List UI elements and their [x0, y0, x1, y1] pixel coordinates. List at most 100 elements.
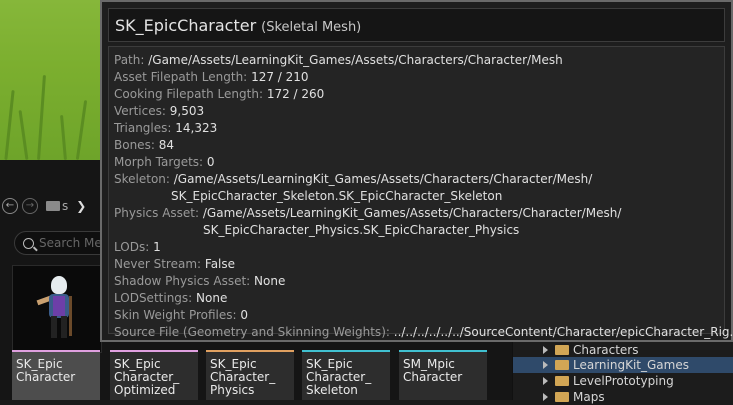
row-asset-filepath-length: Asset Filepath Length: 127 / 210	[114, 69, 724, 86]
tooltip-body: Path: /Game/Assets/LearningKit_Games/Ass…	[108, 46, 733, 339]
row-bones: Bones: 84	[114, 137, 724, 154]
row-label: LODSettings:	[114, 291, 193, 305]
row-value: /Game/Assets/LearningKit_Games/Assets/Ch…	[202, 206, 622, 220]
grass-blade	[18, 110, 29, 160]
tree-item-levelprototyping[interactable]: LevelPrototyping	[513, 373, 733, 389]
character-leg	[51, 316, 57, 338]
asset-card[interactable]: SK_Epic Character_ Physics	[206, 350, 294, 400]
row-label: LODs:	[114, 240, 150, 254]
asset-card[interactable]: SK_Epic Character_ Optimized	[110, 350, 198, 400]
row-value: 0	[206, 155, 215, 169]
row-label: Physics Asset:	[114, 206, 200, 220]
chevron-right-icon[interactable]: ❯	[76, 199, 86, 213]
row-value: 14,323	[175, 121, 218, 135]
asset-type-bar	[206, 350, 294, 352]
breadcrumb-label: s	[62, 199, 69, 213]
character-leg	[61, 316, 67, 338]
asset-type-bar	[302, 350, 390, 352]
asset-thumbnail[interactable]	[12, 265, 102, 353]
row-value: 84	[158, 138, 174, 152]
row-vertices: Vertices: 9,503	[114, 103, 724, 120]
expand-arrow-icon[interactable]	[543, 361, 548, 369]
row-label: Skeleton:	[114, 172, 170, 186]
tooltip-header: SK_EpicCharacter (Skeletal Mesh)	[108, 8, 725, 42]
expand-arrow-icon[interactable]	[543, 346, 548, 354]
tree-item-learningkit-games[interactable]: LearningKit_Games	[513, 357, 733, 373]
forward-icon[interactable]: →	[22, 198, 38, 214]
row-label: Shadow Physics Asset:	[114, 274, 251, 288]
row-value: 0	[240, 308, 249, 322]
search-placeholder: Search Me	[39, 236, 102, 250]
tree-item-label: LearningKit_Games	[573, 358, 689, 372]
row-label: Vertices:	[114, 104, 166, 118]
row-label: Source File (Geometry and Skinning Weigh…	[114, 325, 390, 339]
row-physics-asset: Physics Asset: /Game/Assets/LearningKit_…	[114, 205, 724, 222]
row-label: Skin Weight Profiles:	[114, 308, 237, 322]
row-value: ../../../../../../SourceContent/Characte…	[393, 325, 733, 339]
row-skin-weight-profiles: Skin Weight Profiles: 0	[114, 307, 724, 324]
asset-type-bar	[12, 350, 100, 352]
tree-item-label: Maps	[573, 390, 605, 404]
row-label: Asset Filepath Length:	[114, 70, 248, 84]
asset-label: Character	[16, 370, 76, 384]
tree-item-maps[interactable]: Maps	[513, 389, 733, 405]
folder-icon	[555, 392, 569, 402]
row-value: False	[204, 257, 236, 271]
row-value: SK_EpicCharacter_Skeleton.SK_EpicCharact…	[171, 189, 503, 203]
row-value: /Game/Assets/LearningKit_Games/Assets/Ch…	[173, 172, 593, 186]
row-lods: LODs: 1	[114, 239, 724, 256]
row-label: Cooking Filepath Length:	[114, 87, 263, 101]
tree-item-label: LevelPrototyping	[573, 374, 674, 388]
row-path: Path: /Game/Assets/LearningKit_Games/Ass…	[114, 52, 724, 69]
folder-icon	[555, 376, 569, 386]
row-value: 1	[153, 240, 161, 254]
row-label: Path:	[114, 53, 145, 67]
row-never-stream: Never Stream: False	[114, 256, 724, 273]
asset-label: Skeleton	[306, 383, 358, 397]
breadcrumb[interactable]: s	[46, 199, 68, 213]
grass-blade	[37, 74, 46, 160]
row-label: Morph Targets:	[114, 155, 204, 169]
row-label: Never Stream:	[114, 257, 202, 271]
row-value: /Game/Assets/LearningKit_Games/Assets/Ch…	[148, 53, 563, 67]
row-physics-asset-continued: SK_EpicCharacter_Physics.SK_EpicCharacte…	[114, 222, 724, 239]
back-icon[interactable]: ←	[2, 198, 18, 214]
content-browser-nav: ← → s ❯	[0, 193, 112, 219]
row-value: 9,503	[169, 104, 205, 118]
asset-card[interactable]: SM_Mpic Character	[399, 350, 487, 400]
search-input[interactable]: Search Me	[14, 231, 114, 255]
folder-tree: Characters LearningKit_Games LevelProtot…	[512, 340, 733, 404]
row-source-file: Source File (Geometry and Skinning Weigh…	[114, 324, 733, 341]
folder-icon	[555, 360, 569, 370]
character-head	[51, 276, 67, 294]
asset-type: (Skeletal Mesh)	[261, 20, 362, 35]
asset-label: Physics	[210, 383, 255, 397]
asset-label: Character	[403, 370, 463, 384]
character-cape	[53, 296, 65, 316]
row-label: Triangles:	[114, 121, 172, 135]
row-skeleton: Skeleton: /Game/Assets/LearningKit_Games…	[114, 171, 724, 188]
row-value: 127 / 210	[251, 70, 309, 84]
character-staff	[69, 296, 72, 336]
grass-blade	[60, 114, 67, 160]
row-triangles: Triangles: 14,323	[114, 120, 724, 137]
search-icon	[23, 237, 34, 249]
asset-card[interactable]: SK_Epic Character_ Skeleton	[302, 350, 390, 400]
asset-label: Optimized	[114, 383, 176, 397]
tree-item-characters[interactable]: Characters	[513, 342, 733, 358]
row-morph-targets: Morph Targets: 0	[114, 154, 724, 171]
row-value: SK_EpicCharacter_Physics.SK_EpicCharacte…	[203, 223, 520, 237]
asset-tooltip: SK_EpicCharacter (Skeletal Mesh) Path: /…	[100, 0, 733, 342]
row-shadow-physics-asset: Shadow Physics Asset: None	[114, 273, 724, 290]
row-value: 172 / 260	[266, 87, 325, 101]
row-value: None	[254, 274, 286, 288]
tree-item-label: Characters	[573, 343, 639, 357]
expand-arrow-icon[interactable]	[543, 377, 548, 385]
grass-blade	[75, 100, 88, 160]
asset-card[interactable]: SK_Epic Character	[12, 350, 100, 400]
asset-type-bar	[110, 350, 198, 352]
grass-blade	[4, 90, 15, 160]
row-value: None	[196, 291, 228, 305]
row-lod-settings: LODSettings: None	[114, 290, 724, 307]
folder-icon	[555, 345, 569, 355]
